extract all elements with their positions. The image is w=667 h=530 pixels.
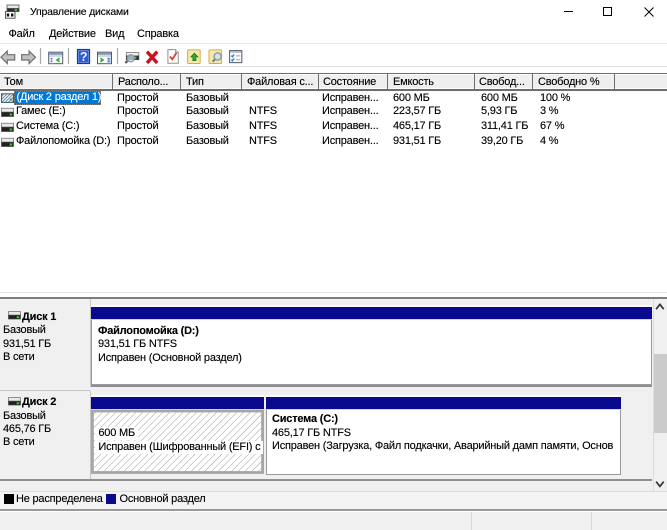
svg-text:?: ? [80, 50, 87, 64]
